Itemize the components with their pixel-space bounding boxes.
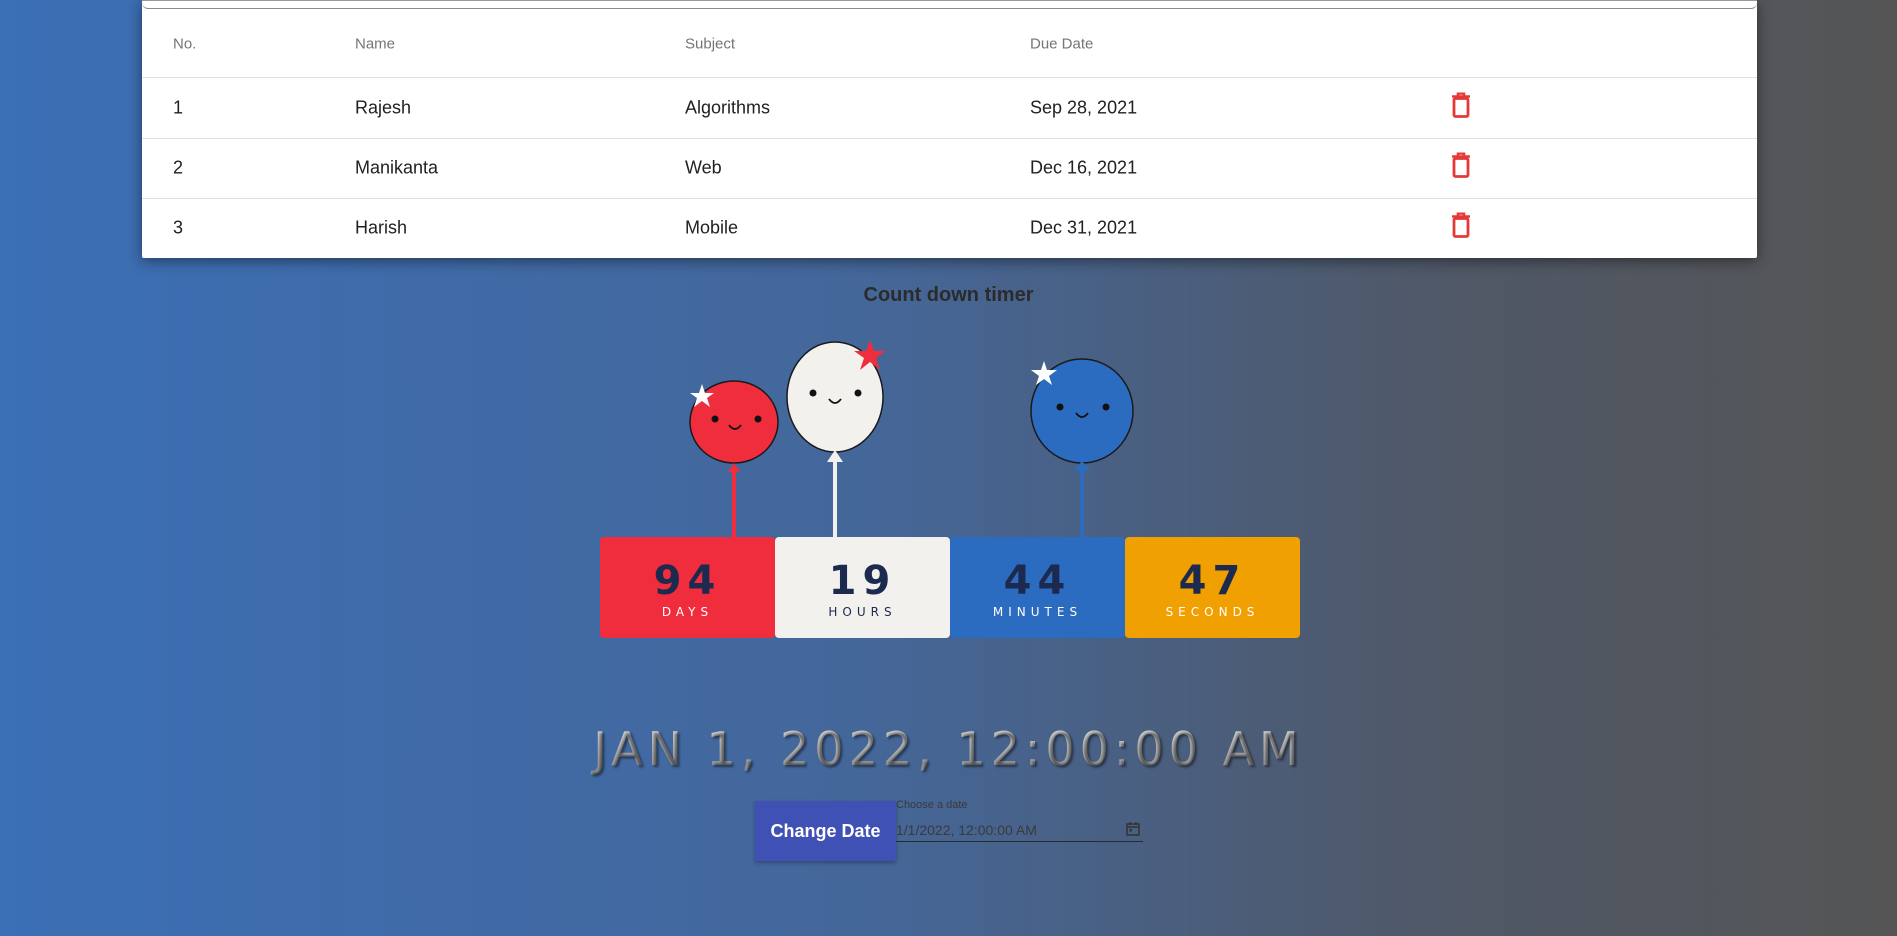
seconds-block: 47 SECONDS xyxy=(1125,537,1300,638)
days-label: DAYS xyxy=(661,605,714,619)
seconds-label: SECONDS xyxy=(1165,605,1260,619)
date-field-label: Choose a date xyxy=(896,799,968,811)
days-value: 94 xyxy=(653,558,722,604)
timer-title: Count down timer xyxy=(863,284,1034,306)
date-picker-field: Choose a date xyxy=(896,799,1143,843)
table-row: 2 Manikanta Web Dec 16, 2021 xyxy=(142,138,1757,199)
header-name: Name xyxy=(355,35,396,53)
row-subject: Web xyxy=(685,157,722,178)
white-balloon-illustration xyxy=(786,340,886,540)
minutes-block: 44 MINUTES xyxy=(950,537,1125,638)
blue-balloon-illustration xyxy=(1030,358,1134,540)
header-due-date: Due Date xyxy=(1030,35,1094,53)
delete-button[interactable] xyxy=(1450,152,1472,184)
row-no: 3 xyxy=(173,217,184,238)
hours-label: HOURS xyxy=(828,605,897,619)
seconds-value: 47 xyxy=(1178,558,1247,604)
date-input[interactable] xyxy=(896,819,1143,842)
row-subject: Algorithms xyxy=(685,97,771,118)
row-due-date: Dec 16, 2021 xyxy=(1030,157,1138,178)
target-date-display: JAN 1, 2022, 12:00:00 AM xyxy=(0,722,1897,776)
row-subject: Mobile xyxy=(685,217,739,238)
trash-icon[interactable] xyxy=(1450,212,1472,239)
trash-icon[interactable] xyxy=(1450,92,1472,119)
row-no: 2 xyxy=(173,157,184,178)
row-due-date: Sep 28, 2021 xyxy=(1030,97,1138,118)
delete-button[interactable] xyxy=(1450,212,1472,244)
table-row: 3 Harish Mobile Dec 31, 2021 xyxy=(142,198,1757,258)
assignments-table: No. Name Subject Due Date 1 Rajesh Algor… xyxy=(142,0,1757,258)
table-row: 1 Rajesh Algorithms Sep 28, 2021 xyxy=(142,78,1757,139)
row-due-date: Dec 31, 2021 xyxy=(1030,217,1138,238)
table-header-row: No. Name Subject Due Date xyxy=(142,11,1757,78)
delete-button[interactable] xyxy=(1450,92,1472,124)
row-name: Manikanta xyxy=(355,157,439,178)
header-no: No. xyxy=(173,35,197,53)
header-subject: Subject xyxy=(685,35,736,53)
row-no: 1 xyxy=(173,97,184,118)
days-block: 94 DAYS xyxy=(600,537,775,638)
minutes-value: 44 xyxy=(1003,558,1072,604)
row-name: Rajesh xyxy=(355,97,412,118)
change-date-button[interactable]: Change Date xyxy=(755,801,896,861)
calendar-icon[interactable] xyxy=(1125,821,1141,837)
minutes-label: MINUTES xyxy=(992,605,1083,619)
table-top-border xyxy=(142,1,1757,9)
countdown-blocks: 94 DAYS 19 HOURS 44 MINUTES 47 SECONDS xyxy=(600,537,1300,638)
hours-value: 19 xyxy=(828,558,897,604)
row-name: Harish xyxy=(355,217,408,238)
trash-icon[interactable] xyxy=(1450,152,1472,179)
red-balloon-illustration xyxy=(689,380,779,541)
hours-block: 19 HOURS xyxy=(775,537,950,638)
